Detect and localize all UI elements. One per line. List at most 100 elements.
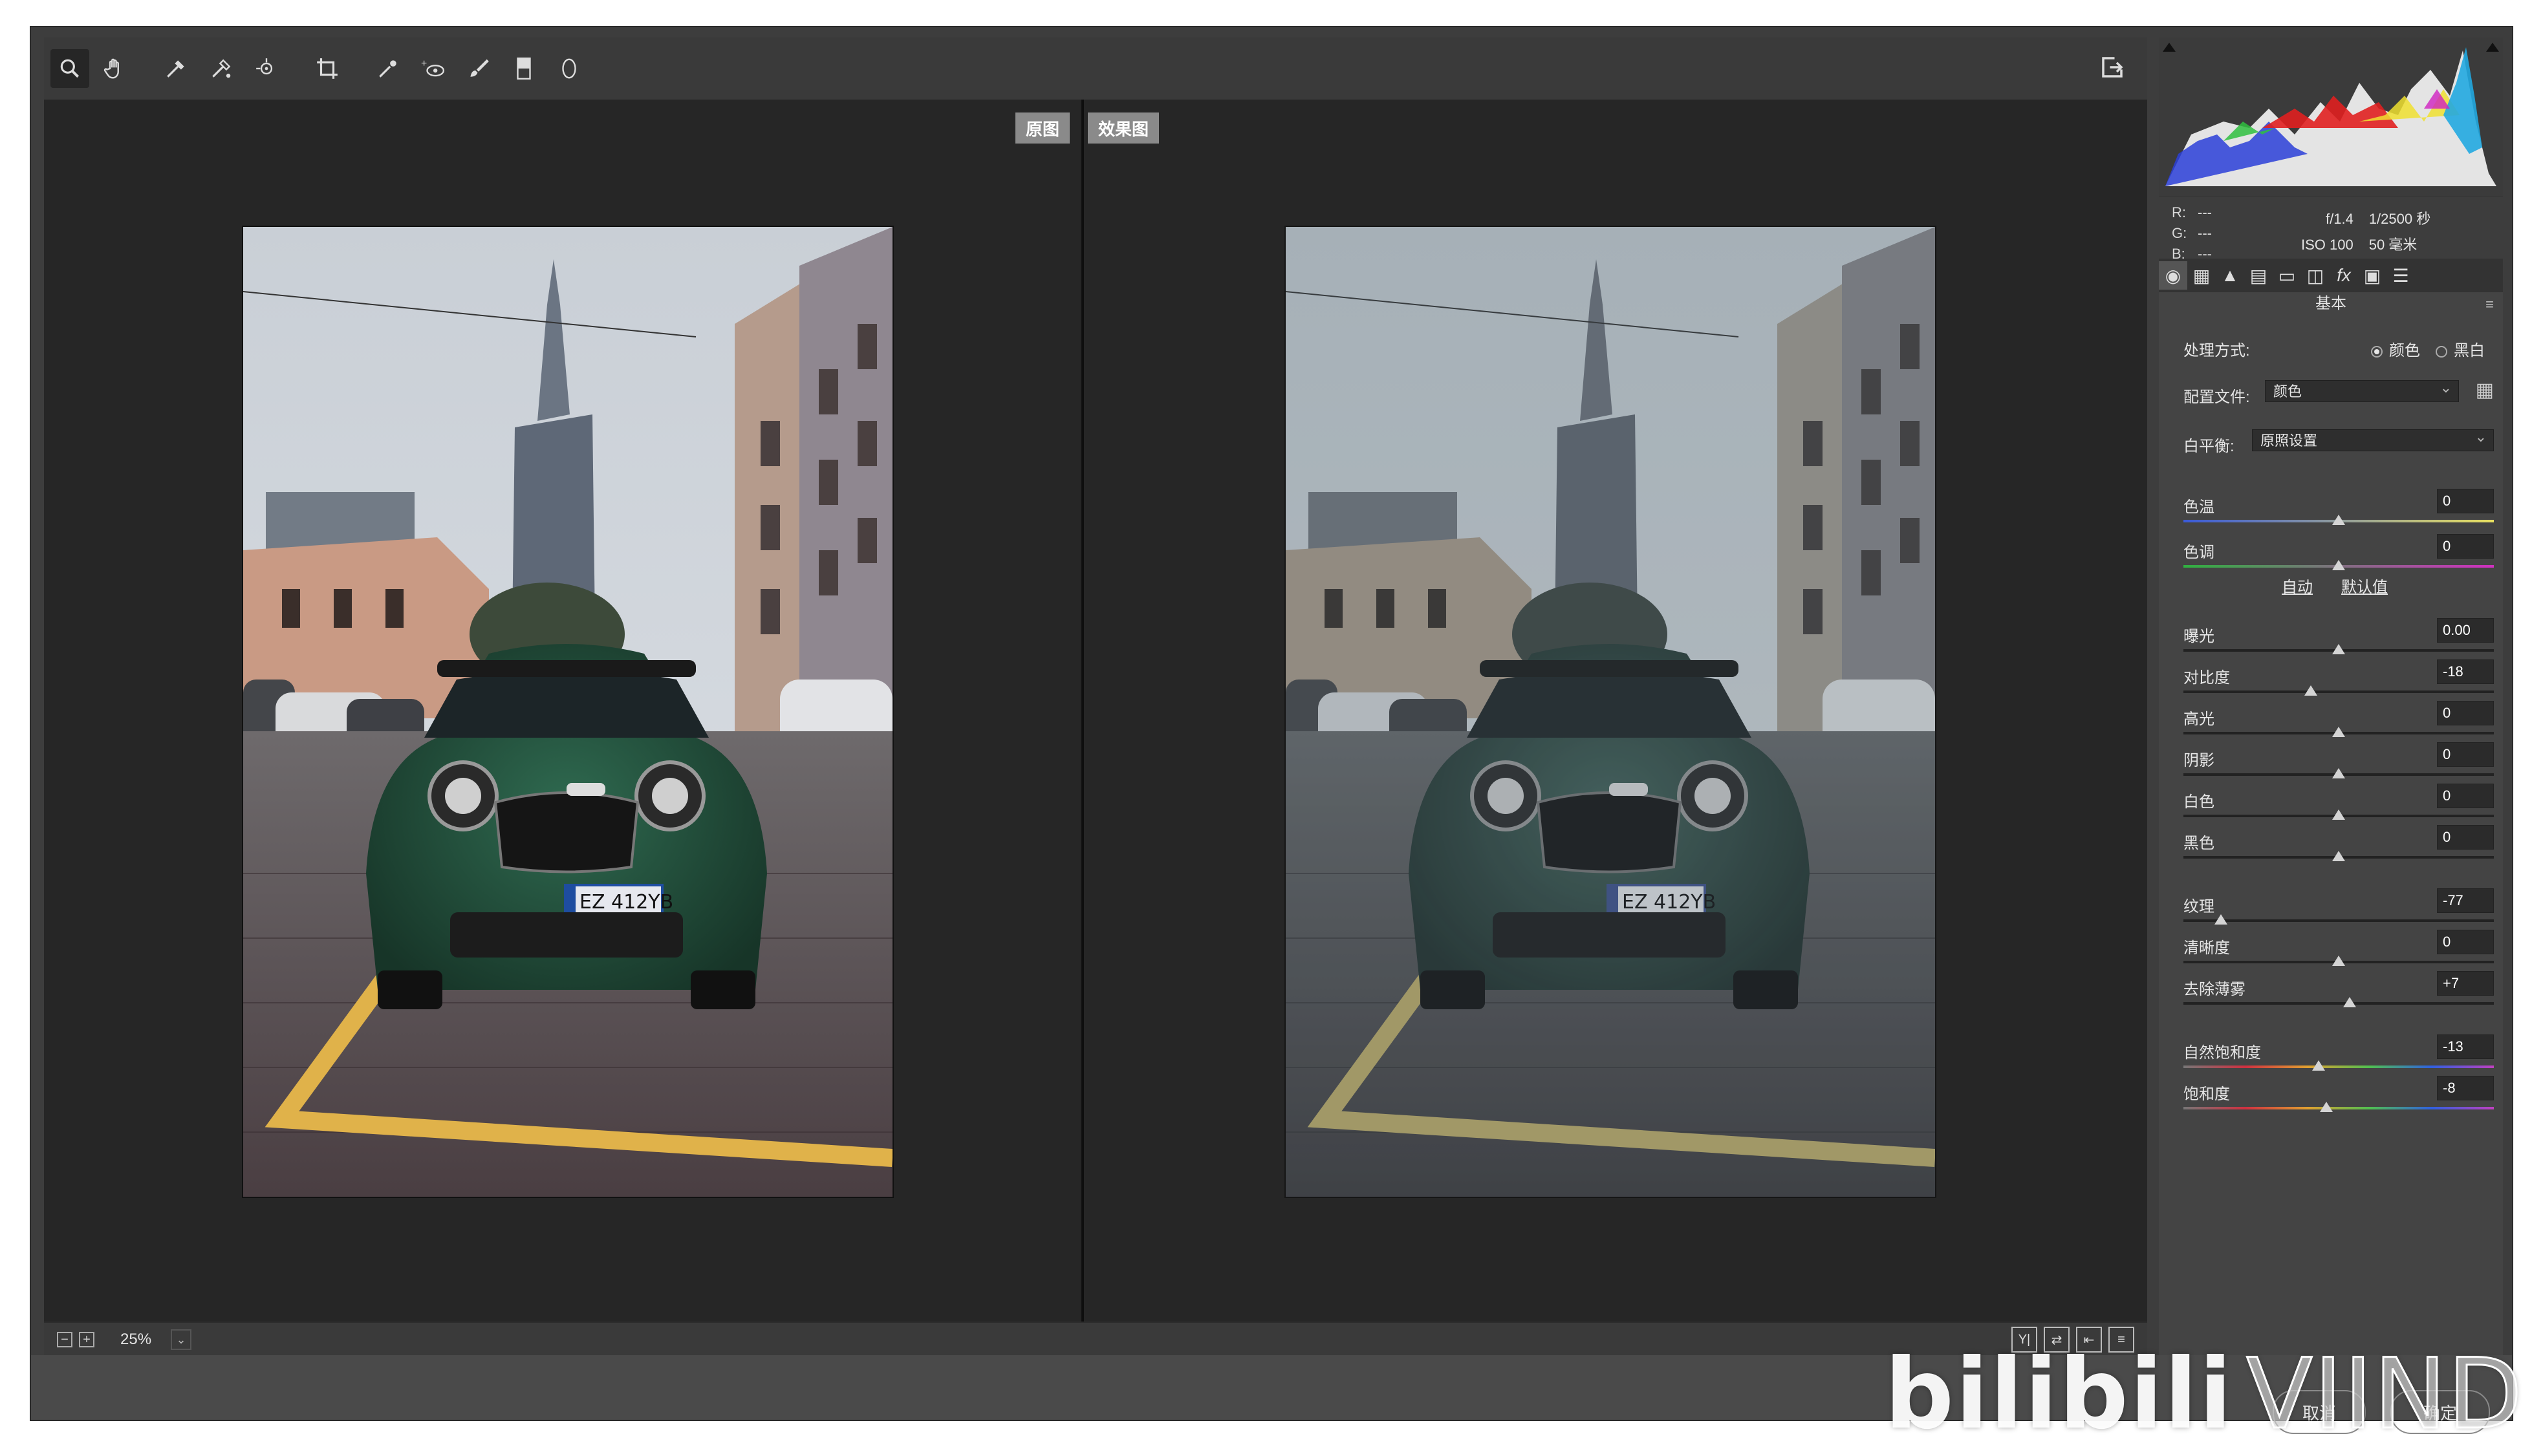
slider-label: 饱和度 [2183, 1086, 2230, 1103]
slider-value-field[interactable]: -13 [2437, 1034, 2494, 1059]
panel-tabs: ◉ ▦ ▲ ▤ ▭ ◫ fx ▣ ☰ [2159, 259, 2503, 292]
slider-thumb[interactable] [2319, 1102, 2333, 1112]
slider-thumb[interactable] [2332, 956, 2345, 966]
white-balance-select[interactable]: 原照设置 [2252, 426, 2494, 451]
g-value: --- [2198, 225, 2212, 241]
slider-track[interactable] [2183, 1107, 2494, 1109]
auto-link[interactable]: 自动 [2282, 574, 2313, 597]
slider-thumb[interactable] [2311, 1060, 2325, 1071]
slider-value-field[interactable]: 0 [2437, 825, 2494, 850]
focal-length: 50 毫米 [2368, 237, 2418, 253]
white-balance-tool[interactable] [157, 49, 195, 88]
export-icon [2102, 57, 2123, 78]
slider-value-field[interactable]: 0 [2437, 534, 2494, 559]
section-title: 基本 [2315, 295, 2346, 312]
histogram [2159, 37, 2503, 197]
treatment-label: 处理方式: [2183, 342, 2250, 359]
white-balance-label: 白平衡: [2183, 438, 2235, 455]
slider-value-field[interactable]: 0 [2437, 701, 2494, 725]
color-sampler-icon [212, 59, 231, 78]
profile-label: 配置文件: [2183, 389, 2250, 406]
graduated-filter-tool[interactable] [504, 49, 543, 88]
slider-thumb[interactable] [2332, 768, 2345, 778]
shutter-speed: 1/2500 秒 [2368, 211, 2431, 227]
profile-browser-icon[interactable]: ▦ [2476, 379, 2494, 401]
pixel-readouts: R: --- G: --- B: --- f/1.4 1/2500 秒 ISO 100 5… [2159, 197, 2503, 262]
license-plate-text: EZ 412YB [579, 891, 673, 914]
tab-detail-icon[interactable]: ▲ [2216, 261, 2244, 290]
slider-thumb[interactable] [2332, 809, 2345, 820]
watermark-brand: bilibili [1884, 1338, 2234, 1451]
slider-thumb[interactable] [2304, 685, 2317, 696]
before-photo: EZ 412YB [242, 226, 894, 1198]
zoom-out-button[interactable]: − [57, 1332, 72, 1347]
slider-value-field[interactable]: 0.00 [2437, 618, 2494, 643]
tab-presets-icon[interactable]: ☰ [2386, 261, 2415, 290]
slider-thumb[interactable] [2343, 997, 2356, 1007]
spot-removal-tool[interactable] [369, 49, 407, 88]
slider-value-field[interactable]: 0 [2437, 930, 2494, 954]
before-label: 原图 [1015, 112, 1070, 144]
zoom-in-button[interactable]: + [79, 1332, 94, 1347]
slider-value-field[interactable]: +7 [2437, 971, 2494, 996]
shadow-clipping-icon[interactable] [2163, 43, 2176, 52]
tab-split-toning-icon[interactable]: ▭ [2273, 261, 2301, 290]
profile-select[interactable]: 颜色 [2265, 377, 2459, 402]
radial-filter-tool[interactable] [550, 49, 589, 88]
tab-basic-icon[interactable]: ◉ [2159, 261, 2187, 290]
slider-thumb[interactable] [2332, 644, 2345, 654]
slider-value-field[interactable]: 0 [2437, 489, 2494, 513]
aperture: f/1.4 [2326, 211, 2354, 227]
zoom-tool[interactable] [50, 49, 89, 88]
slider-value-field[interactable]: -18 [2437, 659, 2494, 684]
slider-thumb[interactable] [2214, 914, 2227, 925]
slider-value-field[interactable]: -77 [2437, 888, 2494, 913]
target-adjust-tool[interactable] [247, 49, 286, 88]
preview-canvas[interactable]: 原图 效果图 EZ 412YB EZ 412YB [44, 100, 2147, 1322]
slider-track[interactable] [2183, 1065, 2494, 1068]
g-label: G: [2172, 225, 2187, 241]
tab-effects-icon[interactable]: fx [2330, 261, 2358, 290]
panel-menu-icon[interactable]: ≡ [2485, 296, 2494, 313]
red-eye-tool[interactable]: + [414, 49, 453, 88]
slider-track[interactable] [2183, 691, 2494, 693]
tab-hsl-icon[interactable]: ▤ [2244, 261, 2273, 290]
color-sampler-tool[interactable] [202, 49, 241, 88]
camera-raw-window: + 原图 效果图 EZ 412YB EZ 412YB − + 25% ⌄ Y| … [30, 26, 2513, 1434]
default-link[interactable]: 默认值 [2341, 574, 2388, 597]
slider-label: 色温 [2183, 498, 2214, 516]
treatment-bw-option[interactable]: 黑白 [2436, 337, 2485, 360]
slider-thumb[interactable] [2332, 560, 2345, 570]
status-bar: − + 25% ⌄ Y| ⇄ ⇤ ≡ [44, 1322, 2147, 1356]
tab-lens-icon[interactable]: ◫ [2301, 261, 2330, 290]
tab-calibration-icon[interactable]: ▣ [2358, 261, 2386, 290]
iso: ISO 100 [2301, 237, 2354, 253]
highlight-clipping-icon[interactable] [2486, 43, 2499, 52]
hand-tool[interactable] [96, 49, 135, 88]
adjustment-brush-tool[interactable] [459, 49, 498, 88]
treatment-color-option[interactable]: 颜色 [2371, 337, 2420, 360]
radio-color[interactable] [2371, 345, 2383, 358]
crop-tool[interactable] [308, 49, 347, 88]
slider-track[interactable] [2183, 1002, 2494, 1005]
svg-text:+: + [421, 58, 427, 69]
watermark-suffix: VIIND [2245, 1338, 2524, 1452]
slider-label: 清晰度 [2183, 939, 2230, 957]
zoom-dropdown[interactable]: ⌄ [171, 1329, 192, 1350]
slider-thumb[interactable] [2332, 515, 2345, 525]
slider-value-field[interactable]: -8 [2437, 1076, 2494, 1100]
open-preferences-button[interactable] [2093, 48, 2132, 87]
slider-value-field[interactable]: 0 [2437, 784, 2494, 808]
spot-removal-icon [379, 60, 396, 78]
treatment-bw-label: 黑白 [2454, 342, 2485, 359]
radio-bw[interactable] [2436, 345, 2447, 358]
zoom-level: 25% [120, 1331, 152, 1348]
slider-track[interactable] [2183, 919, 2494, 922]
slider-value-field[interactable]: 0 [2437, 742, 2494, 767]
slider-thumb[interactable] [2332, 851, 2345, 861]
slider-label: 去除薄雾 [2183, 981, 2245, 998]
r-label: R: [2172, 204, 2186, 220]
slider-thumb[interactable] [2332, 727, 2345, 737]
split-divider[interactable] [1081, 100, 1084, 1322]
tab-tone-curve-icon[interactable]: ▦ [2187, 261, 2216, 290]
